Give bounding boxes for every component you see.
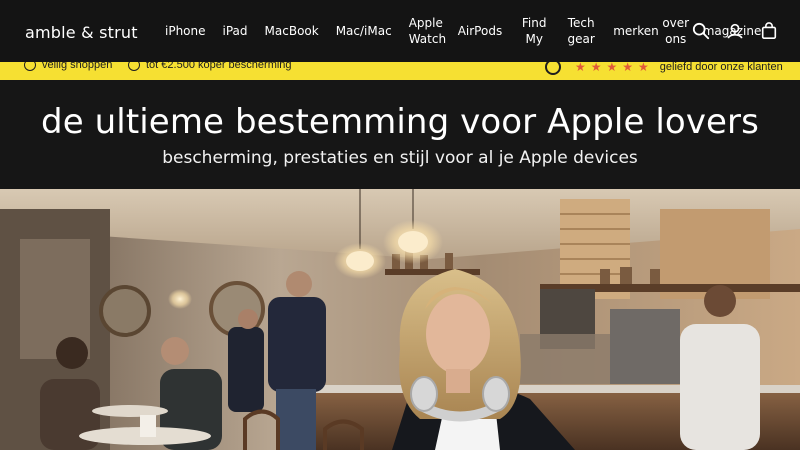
nav-ipad[interactable]: iPad	[223, 23, 248, 39]
rating-label: geliefd door onze klanten	[659, 62, 783, 73]
nav-iphone[interactable]: iPhone	[165, 23, 206, 39]
rating-stars: ★★★★★	[575, 62, 654, 74]
shield-icon	[24, 62, 36, 71]
nav-merken[interactable]: merken	[613, 23, 659, 39]
nav-mac-imac[interactable]: Mac/iMac	[336, 23, 392, 39]
cart-icon[interactable]	[760, 22, 778, 40]
trust-buyer-protection: tot €2.500 koper bescherming	[128, 62, 292, 71]
trust-buyer-protection-label: tot €2.500 koper bescherming	[146, 62, 292, 71]
trust-rating[interactable]: ★★★★★ geliefd door onze klanten	[545, 62, 783, 75]
check-icon	[128, 62, 140, 71]
nav-over-ons[interactable]: over ons	[661, 15, 691, 47]
nav-tech-gear[interactable]: Tech gear	[566, 15, 596, 47]
hero-image	[0, 189, 800, 450]
trust-bar: veilig shoppen tot €2.500 koper bescherm…	[0, 62, 800, 80]
trust-safe-shopping-label: veilig shoppen	[42, 62, 113, 71]
nav-macbook[interactable]: MacBook	[265, 23, 319, 39]
hero-banner: de ultieme bestemming voor Apple lovers …	[0, 80, 800, 189]
brand-logo[interactable]: amble & strut	[25, 23, 138, 42]
hero-subtitle: bescherming, prestaties en stijl voor al…	[162, 148, 638, 168]
main-nav: iPhone iPad MacBook Mac/iMac Apple Watch…	[165, 0, 778, 62]
nav-airpods[interactable]: AirPods	[458, 23, 503, 39]
nav-apple-watch[interactable]: Apple Watch	[409, 15, 446, 47]
site-header: amble & strut iPhone iPad MacBook Mac/iM…	[0, 0, 800, 62]
rating-badge-icon	[545, 62, 561, 75]
trust-safe-shopping: veilig shoppen	[24, 62, 112, 71]
hero-title: de ultieme bestemming voor Apple lovers	[41, 102, 759, 142]
nav-find-my[interactable]: Find My	[519, 15, 549, 47]
header-icons	[692, 22, 778, 40]
search-icon[interactable]	[692, 22, 710, 40]
account-icon[interactable]	[726, 22, 744, 40]
hero-photo	[0, 189, 800, 450]
